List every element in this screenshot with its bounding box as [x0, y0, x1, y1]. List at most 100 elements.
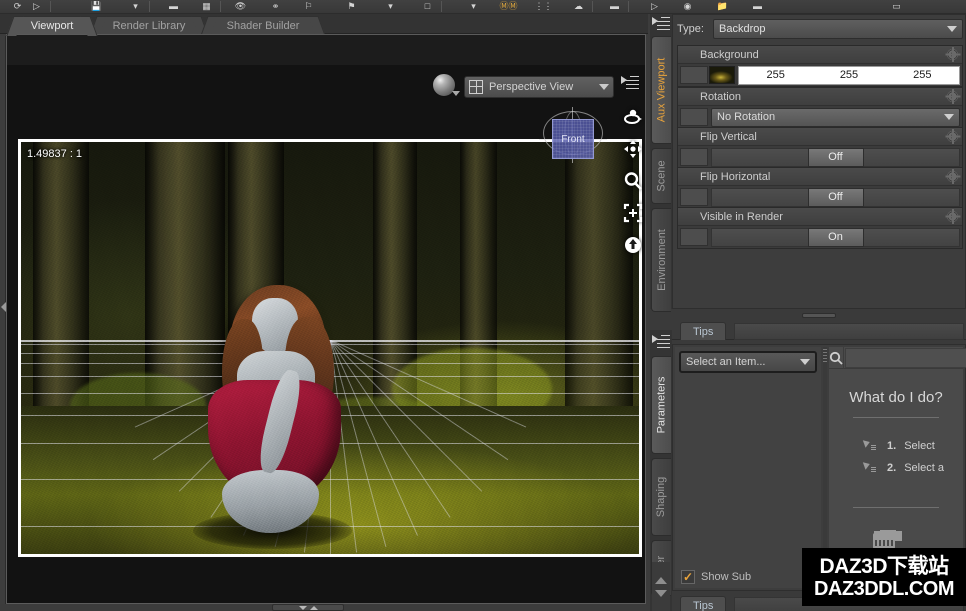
parameters-list-pane: Select an Item... ✓ Show Sub [675, 347, 821, 588]
gear-icon[interactable] [947, 91, 958, 102]
panel-icon[interactable]: ▭ [890, 1, 903, 13]
redo-icon[interactable]: ▷ [30, 1, 43, 13]
watermark-line-2: DAZ3DDL.COM [814, 579, 954, 599]
sidebar-tab-environment[interactable]: Environment [651, 208, 671, 312]
down-icon[interactable]: ▾ [384, 1, 397, 13]
viewport-menu-button[interactable] [621, 75, 641, 93]
bar-icon[interactable]: ▬ [608, 1, 621, 13]
toolbar-divider [592, 1, 593, 12]
reset-icon[interactable] [621, 229, 645, 261]
property-background-body: 255 255 255 [678, 64, 962, 86]
grid-icon[interactable]: ▦ [200, 1, 213, 13]
toolbar-divider [50, 1, 51, 12]
flip-vertical-toggle[interactable]: Off [808, 148, 864, 167]
view-orientation-cube[interactable]: Front [543, 111, 603, 169]
parameters-panel-menu-button[interactable] [652, 334, 670, 350]
rotation-value: No Rotation [717, 111, 944, 123]
pan-icon[interactable] [621, 133, 645, 165]
tab-render-library-label: Render Library [113, 20, 186, 32]
sidebar-tab-aux-viewport[interactable]: Aux Viewport [651, 36, 671, 144]
pose-icon[interactable]: ⚐ [302, 1, 315, 13]
puppet-icon[interactable]: ⓂⓂ [502, 1, 515, 13]
viewport-camera-selector[interactable]: Perspective View [464, 76, 614, 98]
visible-in-render-track[interactable]: On [711, 228, 960, 247]
gear-icon[interactable] [947, 211, 958, 222]
tab-tips-bottom[interactable]: Tips [680, 596, 726, 611]
undo-icon[interactable]: ⟳ [11, 1, 24, 13]
panel-splitter-handle[interactable] [802, 313, 836, 318]
aux-panel-menu-button[interactable] [652, 16, 670, 32]
viewport-draw-style-caret-icon[interactable] [452, 91, 460, 96]
background-rgb-field[interactable]: 255 255 255 [738, 66, 960, 85]
chevron-down-icon [944, 114, 954, 120]
dropdown-icon[interactable]: ▾ [129, 1, 142, 13]
aspect-ratio-label: 1.49837 : 1 [27, 148, 82, 160]
gear-icon[interactable] [947, 49, 958, 60]
eye-icon[interactable]: 👁 [234, 1, 247, 13]
cursor-list-icon [863, 439, 879, 453]
tab-viewport-label: Viewport [31, 20, 74, 32]
type-combo[interactable]: Backdrop [713, 19, 963, 39]
sidebar-tab-parameters[interactable]: Parameters [651, 356, 671, 454]
help-title: What do I do? [829, 389, 963, 406]
background-b-value[interactable]: 255 [886, 69, 959, 81]
viewport-pane: Perspective View [6, 34, 646, 604]
pose2-icon[interactable]: ⚑ [345, 1, 358, 13]
save-icon[interactable]: 💾 [90, 1, 103, 13]
daz-studio-window: ⟳ ▷ 💾 ▾ ▬ ▦ 👁 ⚭ ⚐ ⚑ ▾ □ ▾ ⓂⓂ ⋮⋮ ☁ [0, 0, 966, 611]
watermark-overlay: DAZ3D下载站 DAZ3DDL.COM [802, 548, 966, 606]
zoom-icon[interactable] [621, 165, 645, 197]
visible-in-render-toggle[interactable]: On [808, 228, 864, 247]
viewport-scroll-nub[interactable] [272, 604, 344, 611]
play-icon[interactable]: ▷ [648, 1, 661, 13]
background-texture-thumbnail[interactable] [709, 66, 735, 84]
show-sub-checkbox[interactable]: ✓ [681, 570, 695, 584]
cursor-list-icon [863, 461, 879, 475]
film-icon [873, 533, 895, 549]
sidebar-tab-shaping[interactable]: Shaping [651, 458, 671, 536]
tab-tips-middle-label: Tips [693, 326, 713, 338]
flip-vertical-spacer [680, 148, 708, 166]
nodes-icon[interactable]: ⋮⋮ [537, 1, 550, 13]
rotation-combo[interactable]: No Rotation [711, 108, 960, 127]
viewport-menu-icon [621, 75, 639, 90]
help-search-input[interactable] [845, 348, 966, 368]
flip-horizontal-track[interactable]: Off [711, 188, 960, 207]
slider-icon[interactable]: ▬ [167, 1, 180, 13]
property-background-header: Background [678, 46, 962, 64]
tab-render-library[interactable]: Render Library [97, 16, 201, 34]
viewport-camera-label: Perspective View [489, 81, 595, 93]
chevron-up-icon [655, 577, 667, 584]
background-r-value[interactable]: 255 [739, 69, 812, 81]
property-background: Background 255 255 255 [677, 45, 963, 87]
render-canvas-frame[interactable]: 1.49837 : 1 [18, 139, 642, 557]
property-flip-vertical-body: Off [678, 146, 962, 168]
tab-tips-middle[interactable]: Tips [680, 322, 726, 340]
frame-icon[interactable] [621, 197, 645, 229]
help-divider [853, 417, 939, 418]
tab-viewport[interactable]: Viewport [14, 16, 90, 34]
line-icon[interactable]: ▬ [751, 1, 764, 13]
flip-vertical-track[interactable]: Off [711, 148, 960, 167]
tab-rail-scroll[interactable] [652, 562, 670, 611]
gear-icon[interactable] [947, 131, 958, 142]
background-swatch-blank[interactable] [680, 66, 708, 84]
select-item-combo[interactable]: Select an Item... [679, 351, 817, 373]
light-icon[interactable]: ▾ [467, 1, 480, 13]
smooth-icon[interactable]: ◉ [681, 1, 694, 13]
nav-cube-front-face[interactable]: Front [552, 119, 594, 159]
gear-icon[interactable] [947, 171, 958, 182]
orbit-icon[interactable] [621, 101, 645, 133]
render-icon[interactable]: ☁ [572, 1, 585, 13]
flip-horizontal-toggle[interactable]: Off [808, 188, 864, 207]
property-background-label: Background [700, 49, 947, 61]
folder-icon[interactable]: 📁 [716, 1, 729, 13]
square-icon[interactable]: □ [421, 1, 434, 13]
node-icon[interactable]: ⚭ [269, 1, 282, 13]
type-label: Type: [677, 23, 713, 35]
sidebar-tab-scene[interactable]: Scene [651, 148, 671, 204]
background-g-value[interactable]: 255 [812, 69, 885, 81]
property-flip-horizontal: Flip Horizontal Off [677, 167, 963, 209]
tips-tabbar-middle: Tips [672, 320, 966, 340]
tab-shader-builder[interactable]: Shader Builder [208, 16, 318, 34]
